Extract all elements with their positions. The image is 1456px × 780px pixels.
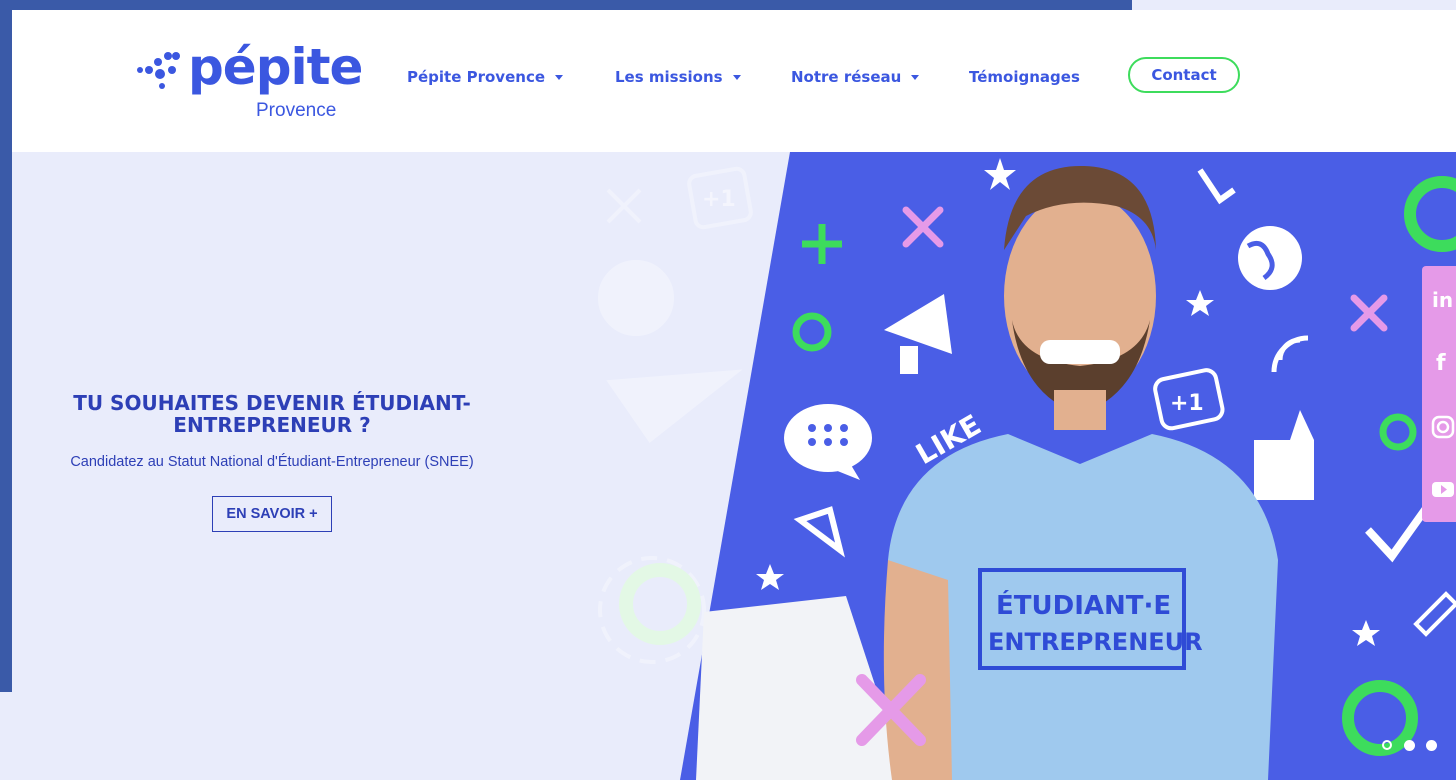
- chevron-down-icon: [911, 75, 920, 80]
- window-frame-top: [0, 0, 1132, 10]
- carousel-dot-3[interactable]: [1426, 740, 1437, 751]
- nav-item-pepite-provence[interactable]: Pépite Provence: [407, 64, 564, 90]
- svg-text:+1: +1: [1170, 391, 1204, 416]
- nav-item-label: Les missions: [615, 68, 723, 86]
- hero-subtitle: Candidatez au Statut National d'Étudiant…: [70, 454, 474, 470]
- social-sidebar: in f: [1422, 266, 1456, 522]
- nav-item-label: Pépite Provence: [407, 68, 546, 86]
- svg-text:ÉTUDIANT·E: ÉTUDIANT·E: [996, 589, 1171, 621]
- chevron-down-icon: [555, 75, 564, 80]
- hero-blue-panel: [680, 152, 1456, 780]
- hero-person: ÉTUDIANT·E ENTREPRENEUR: [883, 165, 1278, 780]
- nav-item-les-missions[interactable]: Les missions: [615, 64, 741, 90]
- chevron-down-icon: [732, 75, 741, 80]
- nav-item-temoignages[interactable]: Témoignages: [969, 64, 1080, 90]
- svg-text:f: f: [1436, 351, 1446, 374]
- hero-title: TU SOUHAITES DEVENIR ÉTUDIANT- ENTREPREN…: [14, 392, 530, 436]
- hero-title-line2: ENTREPRENEUR ?: [173, 413, 371, 437]
- svg-text:+1: +1: [702, 187, 736, 212]
- carousel-dots: [1382, 740, 1442, 752]
- svg-text:LIKE: LIKE: [910, 408, 986, 471]
- facebook-icon[interactable]: f: [1430, 348, 1456, 374]
- svg-text:ENTREPRENEUR: ENTREPRENEUR: [988, 628, 1203, 656]
- faint-doodles: [598, 166, 753, 664]
- hero-title-line1: TU SOUHAITES DEVENIR ÉTUDIANT-: [73, 391, 471, 415]
- laptop: [696, 596, 906, 780]
- hero-text-block: TU SOUHAITES DEVENIR ÉTUDIANT- ENTREPREN…: [14, 392, 530, 532]
- learn-more-button[interactable]: EN SAVOIR +: [212, 496, 332, 532]
- linkedin-icon[interactable]: in: [1430, 286, 1456, 312]
- instagram-icon[interactable]: [1430, 414, 1456, 440]
- blue-doodles: LIKE +1: [756, 158, 1456, 756]
- contact-button[interactable]: Contact: [1128, 57, 1240, 93]
- carousel-dot-1[interactable]: [1382, 740, 1392, 750]
- window-frame-left: [0, 0, 12, 692]
- nav-item-label: Témoignages: [969, 68, 1080, 86]
- site-header: pépite Provence Pépite Provence Les miss…: [12, 10, 1456, 152]
- nav-item-notre-reseau[interactable]: Notre réseau: [791, 64, 920, 90]
- nav-item-label: Notre réseau: [791, 68, 902, 86]
- youtube-icon[interactable]: [1430, 476, 1456, 502]
- carousel-dot-2[interactable]: [1404, 740, 1415, 751]
- svg-text:in: in: [1432, 288, 1453, 312]
- logo-subtitle: Provence: [256, 100, 337, 121]
- main-nav: Pépite Provence Les missions Notre résea…: [12, 57, 1456, 100]
